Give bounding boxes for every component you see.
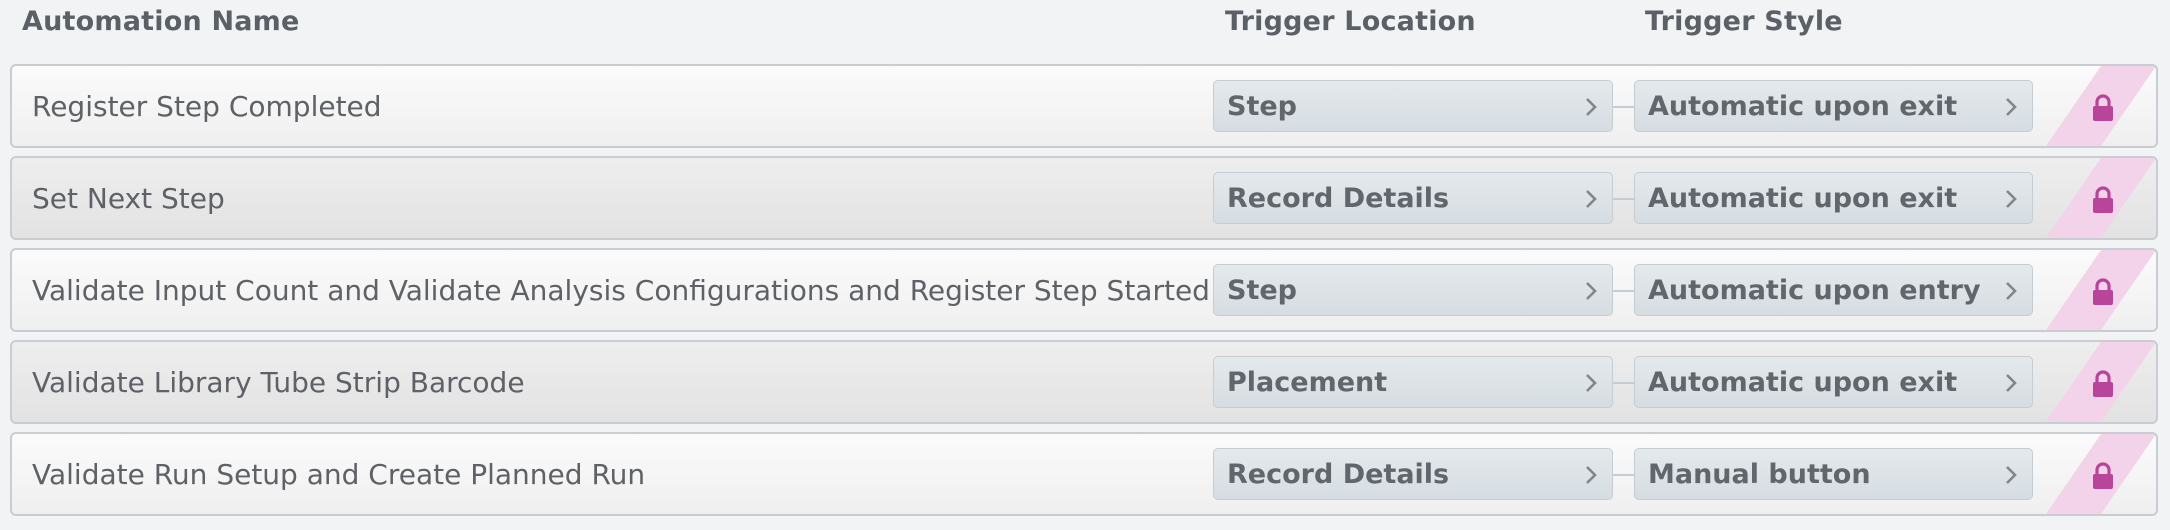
trigger-style-selector[interactable]: Automatic upon exit	[1634, 356, 2033, 408]
trigger-style-selector[interactable]: Manual button	[1634, 448, 2033, 500]
automation-name: Validate Library Tube Strip Barcode	[32, 366, 525, 399]
trigger-style-selector[interactable]: Automatic upon entry	[1634, 264, 2033, 316]
lock-icon	[2093, 186, 2113, 213]
automation-name: Validate Input Count and Validate Analys…	[32, 274, 1210, 307]
trigger-location-value: Step	[1227, 91, 1297, 122]
table-row: Set Next Step Record Details Automatic u…	[10, 156, 2158, 240]
chevron-right-icon	[1586, 190, 1597, 208]
column-header-trigger-location: Trigger Location	[1225, 6, 1476, 37]
chevron-right-icon	[1586, 98, 1597, 116]
chevron-right-icon	[1586, 282, 1597, 300]
automation-name: Register Step Completed	[32, 90, 382, 123]
trigger-style-value: Automatic upon exit	[1648, 367, 1958, 398]
table-row: Validate Run Setup and Create Planned Ru…	[10, 432, 2158, 516]
connector-line	[1613, 290, 1634, 292]
trigger-location-selector[interactable]: Record Details	[1213, 172, 1613, 224]
connector-line	[1613, 106, 1634, 108]
trigger-location-selector[interactable]: Record Details	[1213, 448, 1613, 500]
column-header-trigger-style: Trigger Style	[1645, 6, 1843, 37]
lock-zone	[2046, 158, 2156, 238]
automation-list: Register Step Completed Step Automatic u…	[10, 64, 2158, 524]
trigger-style-value: Automatic upon exit	[1648, 183, 1958, 214]
lock-zone	[2046, 434, 2156, 514]
lock-icon	[2093, 278, 2113, 305]
trigger-location-selector[interactable]: Step	[1213, 80, 1613, 132]
lock-icon	[2093, 370, 2113, 397]
automation-name: Set Next Step	[32, 182, 225, 215]
table-header: Automation Name Trigger Location Trigger…	[0, 0, 2170, 50]
trigger-location-selector[interactable]: Step	[1213, 264, 1613, 316]
chevron-right-icon	[2006, 374, 2017, 392]
trigger-location-value: Placement	[1227, 367, 1388, 398]
connector-line	[1613, 382, 1634, 384]
lock-icon	[2093, 94, 2113, 121]
trigger-style-value: Manual button	[1648, 459, 1871, 490]
chevron-right-icon	[1586, 374, 1597, 392]
trigger-style-value: Automatic upon entry	[1648, 275, 1981, 306]
chevron-right-icon	[1586, 466, 1597, 484]
trigger-location-value: Step	[1227, 275, 1297, 306]
trigger-style-selector[interactable]: Automatic upon exit	[1634, 80, 2033, 132]
connector-line	[1613, 198, 1634, 200]
lock-zone	[2046, 66, 2156, 146]
lock-icon	[2093, 462, 2113, 489]
trigger-style-selector[interactable]: Automatic upon exit	[1634, 172, 2033, 224]
chevron-right-icon	[2006, 466, 2017, 484]
trigger-style-value: Automatic upon exit	[1648, 91, 1958, 122]
trigger-location-value: Record Details	[1227, 183, 1450, 214]
table-row: Register Step Completed Step Automatic u…	[10, 64, 2158, 148]
connector-line	[1613, 474, 1634, 476]
trigger-location-selector[interactable]: Placement	[1213, 356, 1613, 408]
chevron-right-icon	[2006, 98, 2017, 116]
trigger-location-value: Record Details	[1227, 459, 1450, 490]
chevron-right-icon	[2006, 282, 2017, 300]
column-header-automation-name: Automation Name	[22, 6, 300, 37]
automation-name: Validate Run Setup and Create Planned Ru…	[32, 458, 646, 491]
lock-zone	[2046, 342, 2156, 422]
table-row: Validate Library Tube Strip Barcode Plac…	[10, 340, 2158, 424]
table-row: Validate Input Count and Validate Analys…	[10, 248, 2158, 332]
lock-zone	[2046, 250, 2156, 330]
chevron-right-icon	[2006, 190, 2017, 208]
